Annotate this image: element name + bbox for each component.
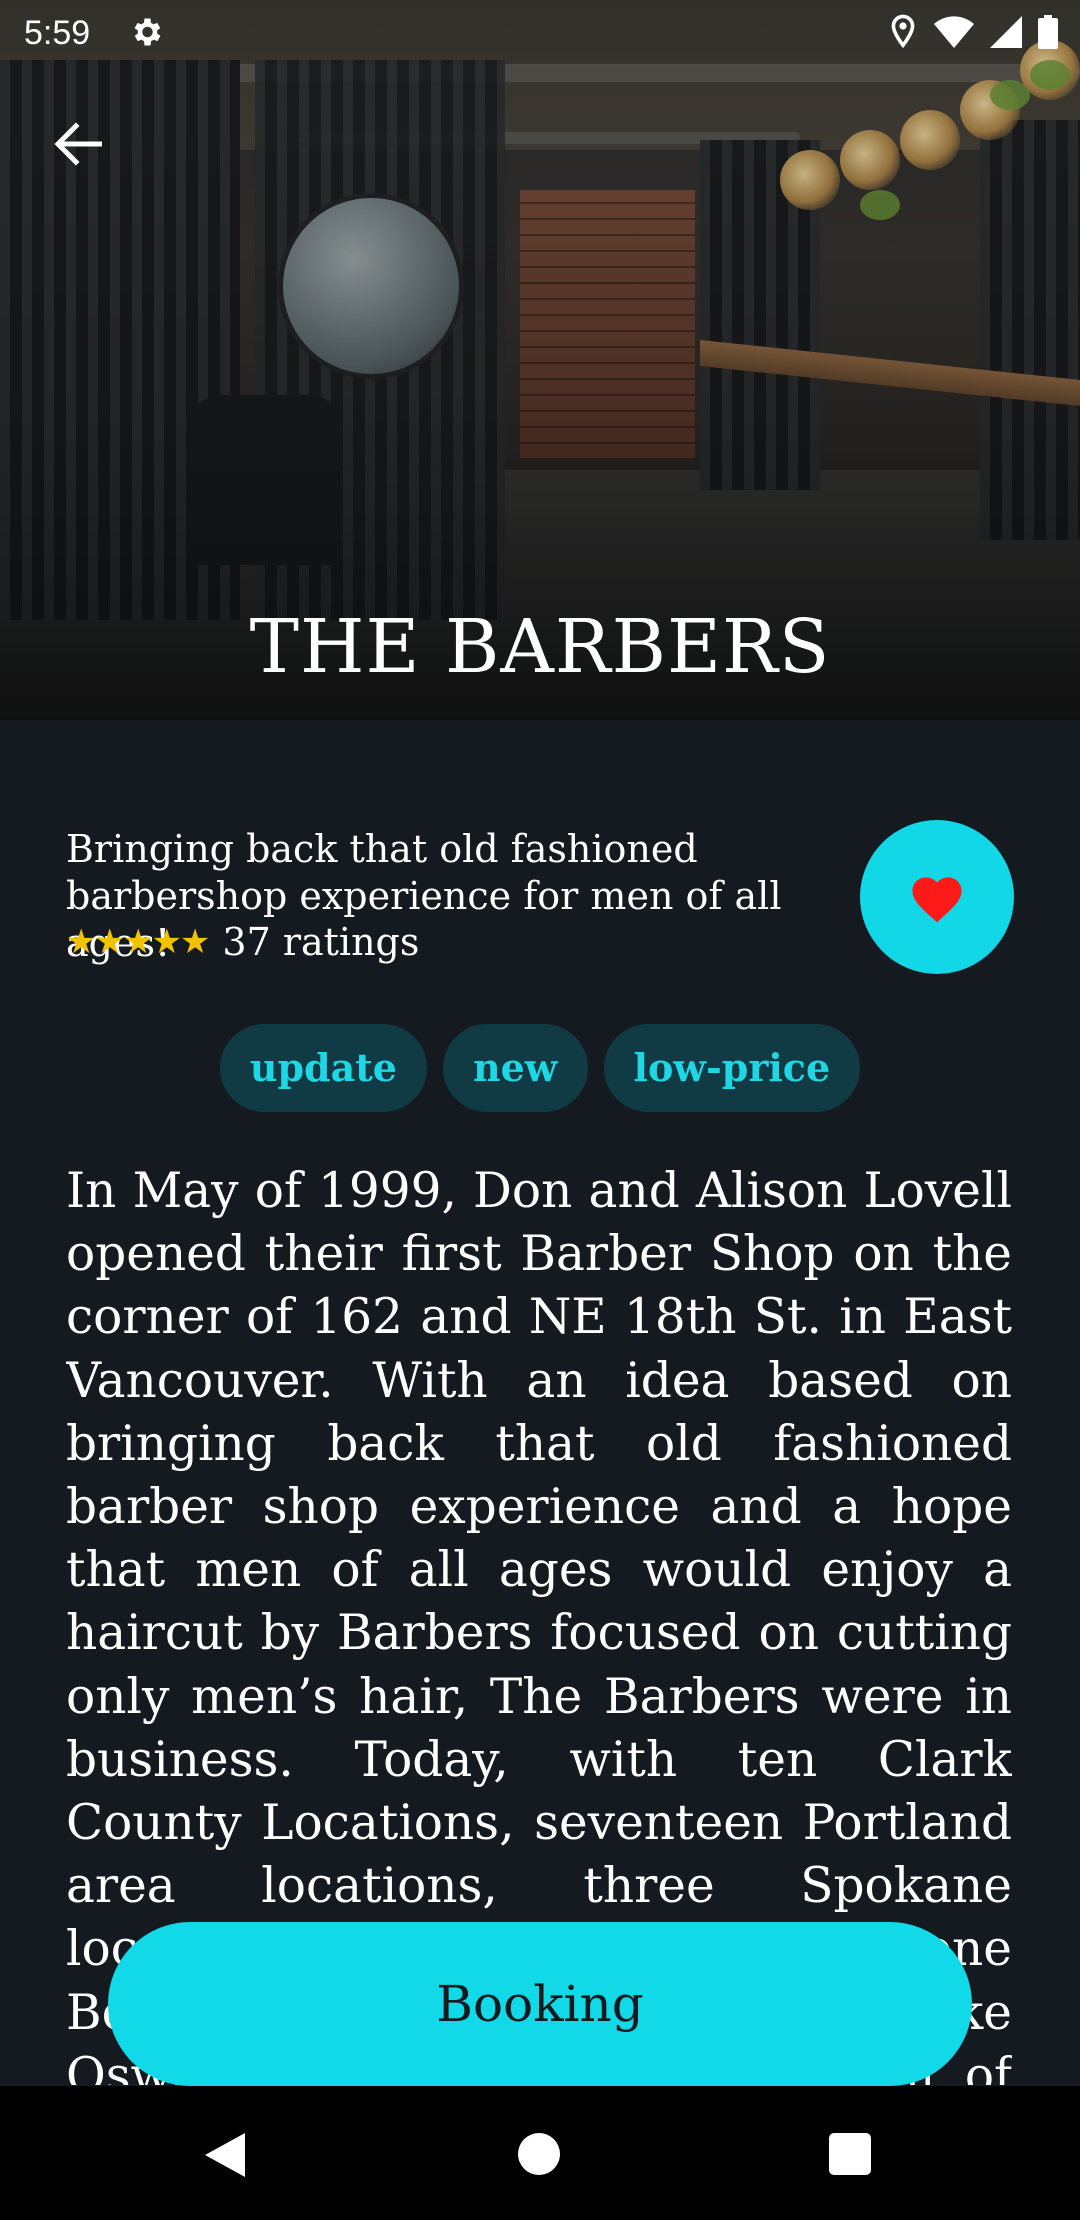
ratings-count: 37 ratings [222, 920, 420, 964]
status-time: 5:59 [24, 14, 91, 52]
location-icon [891, 14, 915, 49]
rating-row: ★★★★★ 37 ratings [66, 920, 419, 964]
status-bar: 5:59 [0, 0, 1080, 66]
wifi-icon [934, 16, 974, 48]
navigation-bar [0, 2086, 1080, 2220]
tag-chips: update new low-price [0, 1024, 1080, 1112]
battery-icon [1038, 15, 1058, 49]
settings-icon [134, 18, 161, 46]
rating-stars: ★★★★★ [66, 922, 210, 962]
favorite-button[interactable] [860, 820, 1014, 974]
tag-chip-update[interactable]: update [219, 1024, 427, 1112]
shop-title: THE BARBERS [249, 604, 831, 690]
nav-home-icon[interactable] [518, 2133, 560, 2175]
signal-icon [990, 16, 1022, 48]
arrow-left-icon [54, 122, 102, 166]
back-button[interactable] [40, 112, 116, 176]
hero-image: THE BARBERS [0, 0, 1080, 720]
heart-icon [912, 877, 962, 923]
nav-recents-icon[interactable] [829, 2133, 871, 2175]
nav-back-icon[interactable] [203, 2131, 247, 2179]
booking-button[interactable]: Booking [108, 1922, 972, 2086]
tag-chip-low-price[interactable]: low-price [603, 1024, 861, 1112]
tag-chip-new[interactable]: new [442, 1024, 588, 1112]
